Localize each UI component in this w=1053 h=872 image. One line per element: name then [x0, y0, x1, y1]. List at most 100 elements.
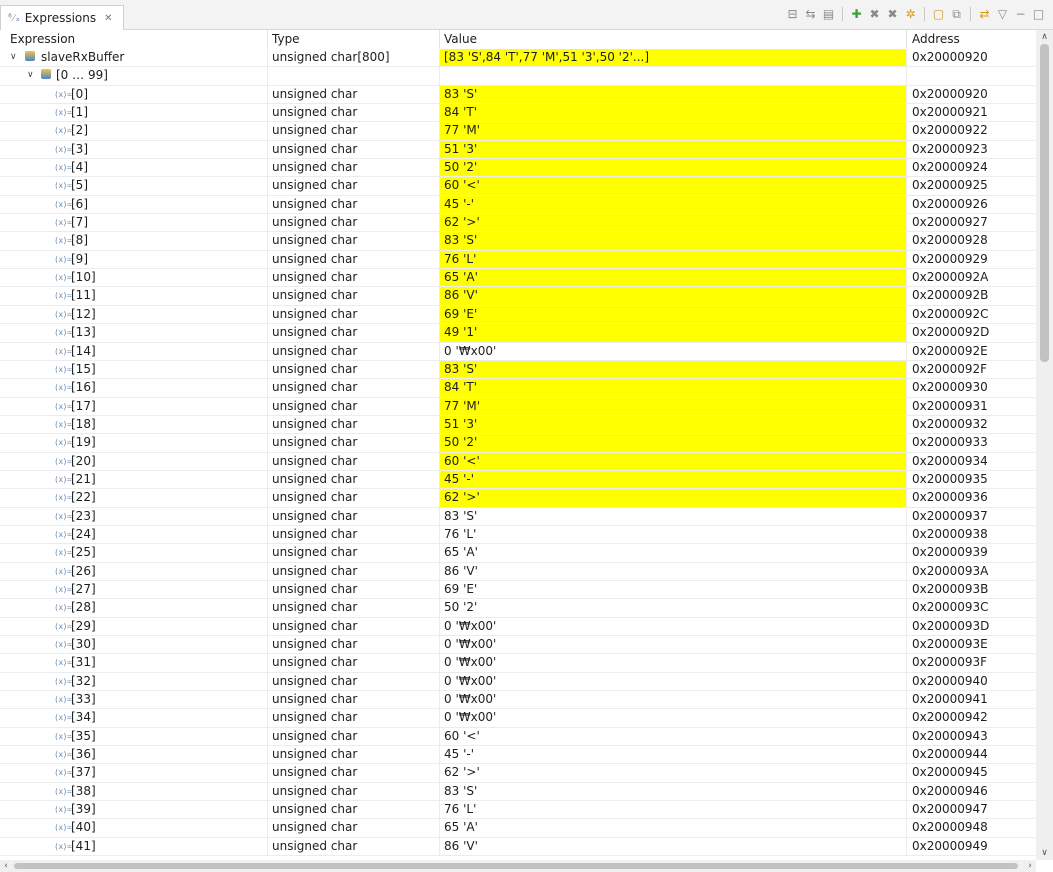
toggle-layout-icon[interactable]: ▤ — [822, 7, 835, 21]
value-cell[interactable]: 0 '₩x00' — [440, 342, 907, 360]
table-row[interactable]: (x)= [7] unsigned char 62 '>' 0x20000927 — [0, 214, 1035, 233]
value-cell[interactable]: 76 'L' — [440, 250, 907, 269]
table-row[interactable]: (x)= [1] unsigned char 84 'T' 0x20000921 — [0, 104, 1035, 123]
horizontal-scrollbar[interactable]: ‹ › — [0, 860, 1036, 872]
table-row[interactable]: (x)= [26] unsigned char 86 'V' 0x2000093A — [0, 562, 1035, 581]
refresh-icon[interactable]: ✲ — [904, 7, 917, 21]
value-cell[interactable]: 60 '<' — [440, 727, 907, 746]
chevron-down-icon[interactable]: ∨ — [27, 67, 34, 84]
table-row[interactable]: (x)= [15] unsigned char 83 'S' 0x2000092F — [0, 360, 1035, 380]
vertical-scroll-thumb[interactable] — [1040, 44, 1049, 362]
value-cell[interactable]: 65 'A' — [440, 819, 907, 837]
table-row[interactable]: (x)= [38] unsigned char 83 'S' 0x20000946 — [0, 782, 1035, 802]
value-cell[interactable]: 50 '2' — [440, 599, 907, 617]
scroll-up-icon[interactable]: ∧ — [1036, 30, 1053, 44]
value-cell[interactable]: 86 'V' — [440, 562, 907, 580]
table-row[interactable]: (x)= [25] unsigned char 65 'A' 0x20000939 — [0, 544, 1035, 563]
remove-expression-icon[interactable]: ✖ — [868, 7, 881, 21]
value-cell[interactable]: 76 'L' — [440, 525, 907, 544]
new-view-icon[interactable]: ▢ — [932, 7, 945, 21]
column-header-value[interactable]: Value — [440, 30, 907, 48]
value-cell[interactable]: 77 'M' — [440, 397, 907, 415]
remove-all-expressions-icon[interactable]: ✖ — [886, 7, 899, 21]
table-row[interactable]: (x)= [3] unsigned char 51 '3' 0x20000923 — [0, 140, 1035, 160]
table-row[interactable]: (x)= [34] unsigned char 0 '₩x00' 0x20000942 — [0, 709, 1035, 728]
value-cell[interactable]: 69 'E' — [440, 580, 907, 599]
value-cell[interactable]: 51 '3' — [440, 415, 907, 434]
value-cell[interactable]: 83 'S' — [440, 782, 907, 801]
close-icon[interactable]: ✕ — [104, 13, 112, 24]
value-cell[interactable]: 60 '<' — [440, 177, 907, 195]
table-row[interactable]: (x)= [0] unsigned char 83 'S' 0x20000920 — [0, 85, 1035, 105]
value-cell[interactable]: 45 '-' — [440, 470, 907, 489]
table-row[interactable]: (x)= [31] unsigned char 0 '₩x00' 0x2000093F — [0, 654, 1035, 673]
table-row[interactable]: (x)= [37] unsigned char 62 '>' 0x20000945 — [0, 764, 1035, 783]
table-row[interactable]: (x)= [28] unsigned char 50 '2' 0x2000093C — [0, 599, 1035, 618]
table-row[interactable]: (x)= [6] unsigned char 45 '-' 0x20000926 — [0, 195, 1035, 215]
table-row[interactable]: (x)= [20] unsigned char 60 '<' 0x20000934 — [0, 452, 1035, 471]
table-row[interactable]: (x)= [10] unsigned char 65 'A' 0x2000092A — [0, 269, 1035, 288]
table-row[interactable]: (x)= [27] unsigned char 69 'E' 0x2000093B — [0, 580, 1035, 600]
table-row[interactable]: (x)= [36] unsigned char 45 '-' 0x20000944 — [0, 746, 1035, 765]
value-cell[interactable]: 84 'T' — [440, 104, 907, 122]
value-cell[interactable]: 77 'M' — [440, 122, 907, 140]
show-type-names-icon[interactable]: ⇆ — [804, 7, 817, 21]
table-row[interactable]: (x)= [35] unsigned char 60 '<' 0x20000943 — [0, 727, 1035, 747]
scroll-left-icon[interactable]: ‹ — [0, 860, 12, 872]
value-cell[interactable]: [83 'S',84 'T',77 'M',51 '3',50 '2'...] — [440, 49, 907, 67]
value-cell[interactable] — [440, 67, 907, 85]
table-row[interactable]: (x)= [2] unsigned char 77 'M' 0x20000922 — [0, 122, 1035, 141]
scroll-right-icon[interactable]: › — [1024, 860, 1036, 872]
table-row[interactable]: (x)= [11] unsigned char 86 'V' 0x2000092B — [0, 287, 1035, 306]
value-cell[interactable]: 76 'L' — [440, 801, 907, 819]
value-cell[interactable]: 86 'V' — [440, 837, 907, 856]
table-row[interactable]: (x)= [29] unsigned char 0 '₩x00' 0x2000093D — [0, 617, 1035, 636]
value-cell[interactable]: 83 'S' — [440, 85, 907, 104]
value-cell[interactable]: 49 '1' — [440, 324, 907, 342]
value-cell[interactable]: 51 '3' — [440, 140, 907, 159]
table-row[interactable]: (x)= [4] unsigned char 50 '2' 0x20000924 — [0, 159, 1035, 178]
link-with-debug-context-icon[interactable]: ⇄ — [978, 7, 991, 21]
add-expression-icon[interactable]: ✚ — [850, 7, 863, 21]
value-cell[interactable]: 65 'A' — [440, 269, 907, 287]
value-cell[interactable]: 69 'E' — [440, 305, 907, 324]
value-cell[interactable]: 62 '>' — [440, 489, 907, 507]
value-cell[interactable]: 84 'T' — [440, 379, 907, 397]
table-row[interactable]: (x)= [14] unsigned char 0 '₩x00' 0x2000092E — [0, 342, 1035, 361]
table-row[interactable]: (x)= [21] unsigned char 45 '-' 0x20000935 — [0, 470, 1035, 490]
scroll-down-icon[interactable]: ∨ — [1036, 846, 1053, 860]
table-row[interactable]: (x)= [5] unsigned char 60 '<' 0x20000925 — [0, 177, 1035, 196]
value-cell[interactable]: 0 '₩x00' — [440, 617, 907, 635]
value-cell[interactable]: 0 '₩x00' — [440, 636, 907, 654]
value-cell[interactable]: 62 '>' — [440, 214, 907, 232]
maximize-icon[interactable]: □ — [1032, 7, 1045, 21]
vertical-scrollbar[interactable]: ∧ ∨ — [1036, 30, 1053, 860]
column-header-address[interactable]: Address — [907, 30, 1035, 48]
table-row[interactable]: (x)= [18] unsigned char 51 '3' 0x20000932 — [0, 415, 1035, 435]
horizontal-scroll-thumb[interactable] — [14, 863, 1018, 869]
table-row[interactable]: (x)= [23] unsigned char 83 'S' 0x20000937 — [0, 507, 1035, 526]
value-cell[interactable]: 62 '>' — [440, 764, 907, 782]
table-row[interactable]: (x)= [17] unsigned char 77 'M' 0x20000931 — [0, 397, 1035, 416]
value-cell[interactable]: 50 '2' — [440, 434, 907, 452]
table-row[interactable]: (x)= [33] unsigned char 0 '₩x00' 0x20000941 — [0, 691, 1035, 710]
table-row[interactable]: (x)= [24] unsigned char 76 'L' 0x20000938 — [0, 525, 1035, 545]
value-cell[interactable]: 45 '-' — [440, 195, 907, 214]
value-cell[interactable]: 0 '₩x00' — [440, 672, 907, 691]
chevron-down-icon[interactable]: ∨ — [10, 49, 17, 66]
value-cell[interactable]: 0 '₩x00' — [440, 654, 907, 672]
value-cell[interactable]: 50 '2' — [440, 159, 907, 177]
table-row[interactable]: (x)= [40] unsigned char 65 'A' 0x20000948 — [0, 819, 1035, 838]
column-header-type[interactable]: Type — [268, 30, 440, 48]
pin-icon[interactable]: ⧉ — [950, 7, 963, 21]
table-row[interactable]: (x)= [12] unsigned char 69 'E' 0x2000092C — [0, 305, 1035, 325]
table-row[interactable]: (x)= [9] unsigned char 76 'L' 0x20000929 — [0, 250, 1035, 270]
table-row[interactable]: (x)= [30] unsigned char 0 '₩x00' 0x2000093E — [0, 636, 1035, 655]
table-row-root[interactable]: ∨ slaveRxBuffer unsigned char[800] [83 '… — [0, 49, 1035, 68]
table-row[interactable]: (x)= [39] unsigned char 76 'L' 0x20000947 — [0, 801, 1035, 820]
value-cell[interactable]: 60 '<' — [440, 452, 907, 470]
table-row[interactable]: (x)= [13] unsigned char 49 '1' 0x2000092D — [0, 324, 1035, 343]
value-cell[interactable]: 65 'A' — [440, 544, 907, 562]
collapse-all-icon[interactable]: ⊟ — [786, 7, 799, 21]
table-row[interactable]: (x)= [41] unsigned char 86 'V' 0x20000949 — [0, 837, 1035, 857]
